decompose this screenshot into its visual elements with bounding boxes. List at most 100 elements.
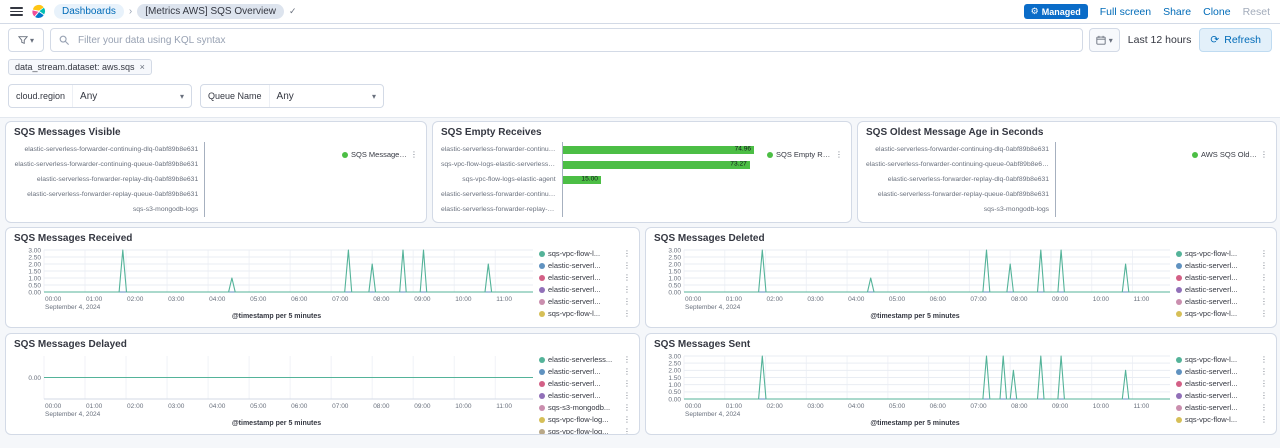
share-button[interactable]: Share <box>1163 6 1191 18</box>
bar-row: elastic-serverless-forwarder-continuing-… <box>14 142 342 157</box>
svg-text:3.00: 3.00 <box>668 353 681 360</box>
svg-text:06:00: 06:00 <box>930 403 947 410</box>
control-cloud-region[interactable]: cloud.region Any ▾ <box>8 84 192 108</box>
legend-item[interactable]: elastic-serverl...⋮ <box>539 273 631 282</box>
legend-item-menu-icon[interactable]: ⋮ <box>623 273 631 282</box>
legend-item-menu-icon[interactable]: ⋮ <box>1260 415 1268 424</box>
legend-item[interactable]: sqs-vpc-flow-l...⋮ <box>539 309 631 318</box>
legend-item[interactable]: SQS Empty Re...⋮ <box>767 150 843 159</box>
legend-item[interactable]: sqs-s3-mongodb...⋮ <box>539 403 631 412</box>
legend-item[interactable]: sqs-vpc-flow-log...⋮ <box>539 415 631 424</box>
legend-item[interactable]: elastic-serverl...⋮ <box>539 391 631 400</box>
legend-item-menu-icon[interactable]: ⋮ <box>410 150 418 159</box>
legend-item-menu-icon[interactable]: ⋮ <box>1260 379 1268 388</box>
legend-item-menu-icon[interactable]: ⋮ <box>623 427 631 435</box>
legend-item-menu-icon[interactable]: ⋮ <box>1260 403 1268 412</box>
legend-item-menu-icon[interactable]: ⋮ <box>835 150 843 159</box>
legend-item[interactable]: elastic-serverless...⋮ <box>539 355 631 364</box>
legend-series-dot-icon <box>539 405 545 411</box>
svg-text:11:00: 11:00 <box>496 403 512 410</box>
legend-item-menu-icon[interactable]: ⋮ <box>1260 391 1268 400</box>
legend-item-menu-icon[interactable]: ⋮ <box>1260 249 1268 258</box>
legend-label: sqs-vpc-flow-l... <box>548 249 620 258</box>
legend-item[interactable]: elastic-serverl...⋮ <box>539 379 631 388</box>
legend-item[interactable]: elastic-serverl...⋮ <box>1176 285 1268 294</box>
filter-pill-datastream[interactable]: data_stream.dataset: aws.sqs × <box>8 59 152 75</box>
legend-item[interactable]: elastic-serverl...⋮ <box>539 285 631 294</box>
legend-item-menu-icon[interactable]: ⋮ <box>1260 261 1268 270</box>
legend-item-menu-icon[interactable]: ⋮ <box>623 309 631 318</box>
legend-item[interactable]: elastic-serverl...⋮ <box>1176 273 1268 282</box>
svg-text:0.00: 0.00 <box>668 396 681 403</box>
legend-label: sqs-vpc-flow-l... <box>1185 249 1257 258</box>
legend-item[interactable]: elastic-serverl...⋮ <box>1176 391 1268 400</box>
legend-item-menu-icon[interactable]: ⋮ <box>1260 309 1268 318</box>
legend-item-menu-icon[interactable]: ⋮ <box>1260 285 1268 294</box>
bar-row: elastic-serverless-forwarder-continuing-… <box>866 142 1192 157</box>
legend-item[interactable]: elastic-serverl...⋮ <box>1176 367 1268 376</box>
bar: 73.27 <box>563 161 750 169</box>
line-chart: 00:0001:0002:0003:0004:0005:0006:0007:00… <box>14 352 539 419</box>
legend-series-dot-icon <box>1192 152 1198 158</box>
refresh-button[interactable]: ⟳ Refresh <box>1199 28 1272 52</box>
legend-item[interactable]: SQS Message ...⋮ <box>342 150 418 159</box>
managed-badge[interactable]: ⚙ Managed <box>1024 4 1088 19</box>
line-chart-svg: 00:0001:0002:0003:0004:0005:0006:0007:00… <box>654 352 1176 419</box>
top-header: Dashboards › [Metrics AWS] SQS Overview … <box>0 0 1280 24</box>
svg-text:0.50: 0.50 <box>668 389 681 396</box>
full-screen-button[interactable]: Full screen <box>1100 6 1151 18</box>
control-queue-name[interactable]: Queue Name Any ▾ <box>200 84 384 108</box>
legend-item[interactable]: sqs-vpc-flow-log...⋮ <box>539 427 631 435</box>
legend-item-menu-icon[interactable]: ⋮ <box>623 391 631 400</box>
svg-text:1.00: 1.00 <box>668 382 681 389</box>
chevron-down-icon: ▾ <box>30 36 34 45</box>
legend-item[interactable]: sqs-vpc-flow-l...⋮ <box>1176 415 1268 424</box>
legend-item-menu-icon[interactable]: ⋮ <box>623 297 631 306</box>
svg-text:2.50: 2.50 <box>668 254 681 261</box>
legend-item[interactable]: elastic-serverl...⋮ <box>539 297 631 306</box>
clone-button[interactable]: Clone <box>1203 6 1230 18</box>
legend-item[interactable]: AWS SQS Olde...⋮ <box>1192 150 1268 159</box>
svg-text:1.50: 1.50 <box>668 268 681 275</box>
svg-text:01:00: 01:00 <box>86 403 103 410</box>
legend-item[interactable]: sqs-vpc-flow-l...⋮ <box>1176 355 1268 364</box>
legend-item-menu-icon[interactable]: ⋮ <box>623 249 631 258</box>
legend-item[interactable]: elastic-serverl...⋮ <box>1176 379 1268 388</box>
legend-item-menu-icon[interactable]: ⋮ <box>623 355 631 364</box>
legend-item-menu-icon[interactable]: ⋮ <box>623 403 631 412</box>
legend-item[interactable]: elastic-serverl...⋮ <box>539 261 631 270</box>
svg-text:1.50: 1.50 <box>28 268 41 275</box>
search-input[interactable] <box>76 34 1074 47</box>
legend-item-menu-icon[interactable]: ⋮ <box>1260 367 1268 376</box>
breadcrumb-current[interactable]: [Metrics AWS] SQS Overview <box>137 4 284 19</box>
legend-item[interactable]: elastic-serverl...⋮ <box>1176 297 1268 306</box>
legend-item[interactable]: sqs-vpc-flow-l...⋮ <box>1176 309 1268 318</box>
legend-item-menu-icon[interactable]: ⋮ <box>623 285 631 294</box>
legend-item[interactable]: elastic-serverl...⋮ <box>1176 403 1268 412</box>
legend-item[interactable]: sqs-vpc-flow-l...⋮ <box>539 249 631 258</box>
legend-item-menu-icon[interactable]: ⋮ <box>623 367 631 376</box>
close-icon[interactable]: × <box>140 62 145 72</box>
legend-item-menu-icon[interactable]: ⋮ <box>1260 273 1268 282</box>
add-filter-button[interactable]: ▾ <box>8 28 44 52</box>
legend-item[interactable]: sqs-vpc-flow-l...⋮ <box>1176 249 1268 258</box>
svg-text:September 4, 2024: September 4, 2024 <box>685 304 741 311</box>
breadcrumb-dashboards[interactable]: Dashboards <box>54 4 124 19</box>
legend-item-menu-icon[interactable]: ⋮ <box>623 379 631 388</box>
panel-title: SQS Messages Deleted <box>654 233 1268 246</box>
legend-item-menu-icon[interactable]: ⋮ <box>623 261 631 270</box>
legend-item-menu-icon[interactable]: ⋮ <box>623 415 631 424</box>
line-chart: 00:0001:0002:0003:0004:0005:0006:0007:00… <box>654 246 1176 312</box>
elastic-logo[interactable] <box>31 4 46 19</box>
svg-text:10:00: 10:00 <box>455 403 472 410</box>
legend-item-menu-icon[interactable]: ⋮ <box>1260 297 1268 306</box>
legend-item[interactable]: elastic-serverl...⋮ <box>539 367 631 376</box>
kql-search-bar[interactable] <box>50 28 1083 52</box>
reset-button[interactable]: Reset <box>1243 6 1270 18</box>
menu-icon[interactable] <box>10 7 23 16</box>
legend-item-menu-icon[interactable]: ⋮ <box>1260 355 1268 364</box>
calendar-button[interactable]: ▾ <box>1089 28 1120 52</box>
legend-item[interactable]: elastic-serverl...⋮ <box>1176 261 1268 270</box>
time-range-value[interactable]: Last 12 hours <box>1128 34 1192 46</box>
legend-item-menu-icon[interactable]: ⋮ <box>1260 150 1268 159</box>
